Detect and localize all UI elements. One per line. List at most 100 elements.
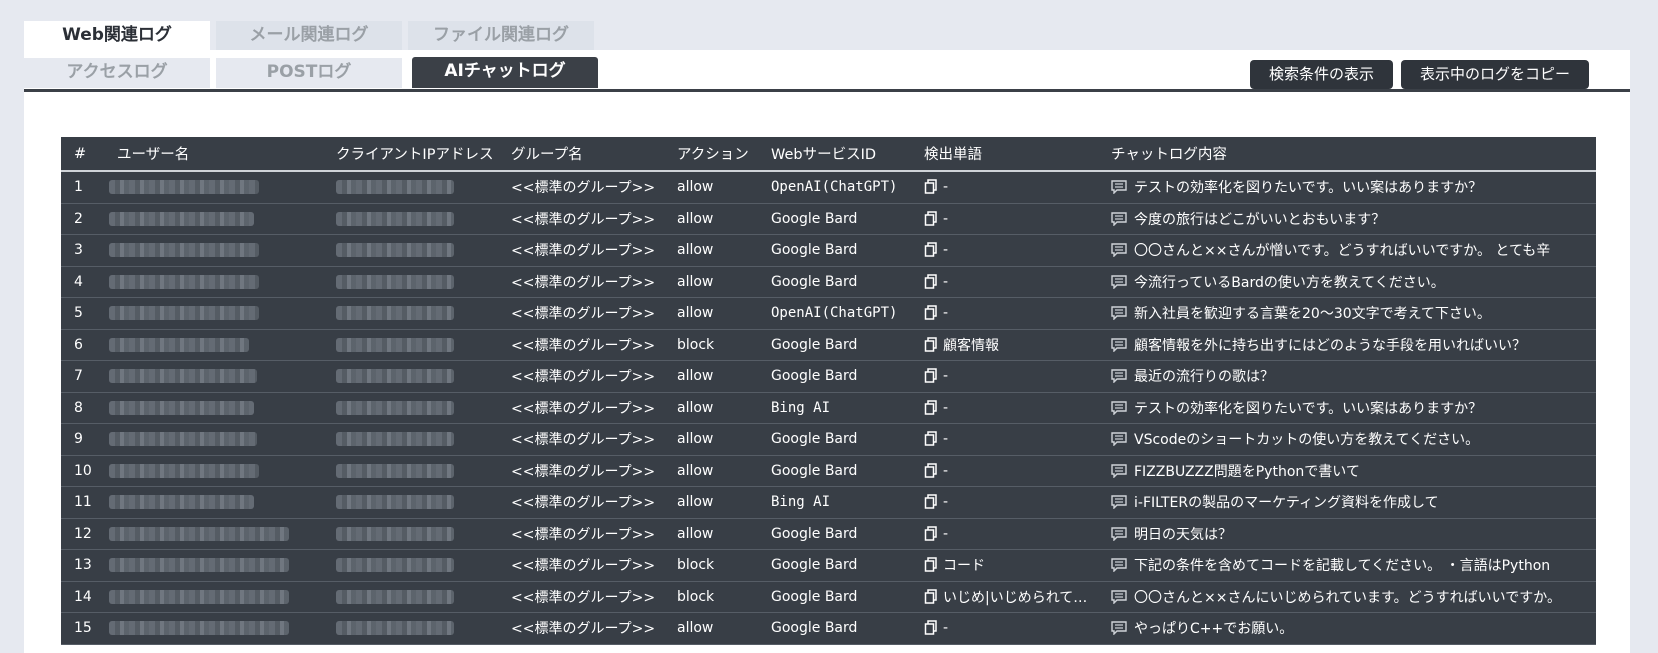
header-user[interactable]: ユーザー名 [117,137,189,170]
header-ip[interactable]: クライアントIPアドレス [336,137,493,170]
tab-ai-chat-log[interactable]: AIチャットログ [412,57,598,88]
cell-chat[interactable]: 今度の旅行はどこがいいとおもいます？ [1111,204,1596,235]
table-row[interactable]: 14 <<標準のグループ>> block Google Bard いじめ|いじめられて…… [61,582,1596,613]
copy-icon[interactable] [924,494,938,510]
chat-bubble-icon[interactable] [1111,401,1127,416]
cell-word[interactable]: - [924,613,1104,644]
copy-icon[interactable] [924,526,938,542]
table-row[interactable]: 9 <<標準のグループ>> allow Google Bard - VScodeのショート… [61,424,1596,456]
copy-icon[interactable] [924,431,938,447]
chat-bubble-icon[interactable] [1111,590,1127,605]
cell-user-redacted [109,613,289,644]
chat-bubble-icon[interactable] [1111,338,1127,353]
cell-word[interactable]: コード [924,550,1104,581]
cell-chat[interactable]: 下記の条件を含めてコードを記載してください。 ・言語はPython [1111,550,1596,581]
table-row[interactable]: 4 <<標準のグループ>> allow Google Bard - 今流行っているBard… [61,267,1596,298]
copy-icon[interactable] [924,179,938,195]
cell-user-redacted [109,235,259,266]
table-row[interactable]: 10 <<標準のグループ>> allow Google Bard - FIZZBUZZZ問… [61,456,1596,487]
detected-word: - [943,242,949,259]
cell-chat[interactable]: テストの効率化を図りたいです。いい案はありますか？ [1111,172,1596,203]
cell-chat[interactable]: 今流行っているBardの使い方を教えてください。 [1111,267,1596,298]
cell-chat[interactable]: 最近の流行りの歌は？ [1111,361,1596,392]
copy-icon[interactable] [924,274,938,290]
cell-word[interactable]: - [924,393,1104,424]
cell-chat[interactable]: VScodeのショートカットの使い方を教えてください。 [1111,424,1596,455]
chat-bubble-icon[interactable] [1111,432,1127,447]
header-chat[interactable]: チャットログ内容 [1111,137,1227,170]
copy-icon[interactable] [924,557,938,573]
cell-chat[interactable]: 〇〇さんと××さんにいじめられています。どうすればいいですか。 [1111,582,1596,613]
cell-word[interactable]: - [924,519,1104,550]
header-service[interactable]: WebサービスID [771,137,876,170]
chat-bubble-icon[interactable] [1111,180,1127,195]
tab-access-log[interactable]: アクセスログ [24,58,210,88]
cell-word[interactable]: 顧客情報 [924,330,1104,361]
cell-num: 1 [74,179,83,196]
copy-icon[interactable] [924,620,938,636]
cell-chat[interactable]: FIZZBUZZZ問題をPythonで書いて [1111,456,1596,487]
tab-file-log[interactable]: ファイル関連ログ [408,21,594,50]
tab-mail-log[interactable]: メール関連ログ [216,21,402,50]
table-row[interactable]: 7 <<標準のグループ>> allow Google Bard - 最近の流行りの歌は？ [61,361,1596,393]
cell-word[interactable]: - [924,235,1104,266]
header-num[interactable]: # [74,137,86,170]
copy-icon[interactable] [924,211,938,227]
cell-chat[interactable]: テストの効率化を図りたいです。いい案はありますか？ [1111,393,1596,424]
chat-bubble-icon[interactable] [1111,306,1127,321]
table-row[interactable]: 5 <<標準のグループ>> allow OpenAI(ChatGPT) - 新入社員を歓迎… [61,298,1596,330]
cell-ip-redacted [336,298,454,329]
cell-chat[interactable]: i-FILTERの製品のマーケティング資料を作成して [1111,487,1596,518]
copy-icon[interactable] [924,337,938,353]
chat-content: 〇〇さんと××さんが憎いです。どうすればいいですか。 とても辛 [1134,243,1551,260]
cell-chat[interactable]: 新入社員を歓迎する言葉を20～30文字で考えて下さい。 [1111,298,1596,329]
table-row[interactable]: 12 <<標準のグループ>> allow Google Bard - 明日の天気は？ [61,519,1596,550]
copy-icon[interactable] [924,242,938,258]
copy-icon[interactable] [924,368,938,384]
cell-group: <<標準のグループ>> [511,180,656,197]
cell-word[interactable]: - [924,456,1104,487]
header-action[interactable]: アクション [677,137,749,170]
cell-chat[interactable]: 顧客情報を外に持ち出すにはどのような手段を用いればいい？ [1111,330,1596,361]
cell-word[interactable]: いじめ|いじめられて… [924,582,1104,613]
copy-icon[interactable] [924,305,938,321]
chat-bubble-icon[interactable] [1111,495,1127,510]
chat-bubble-icon[interactable] [1111,464,1127,479]
chat-bubble-icon[interactable] [1111,212,1127,227]
tab-post-log[interactable]: POSTログ [216,58,402,88]
table-row[interactable]: 1 <<標準のグループ>> allow OpenAI(ChatGPT) - テストの効率化… [61,172,1596,204]
header-word[interactable]: 検出単語 [924,137,982,170]
copy-icon[interactable] [924,400,938,416]
copy-icon[interactable] [924,589,938,605]
cell-chat[interactable]: やっぱりC++でお願い。 [1111,613,1596,644]
cell-action: block [677,336,715,353]
copy-icon[interactable] [924,463,938,479]
table-row[interactable]: 11 <<標準のグループ>> allow Bing AI - i-FILTERの製品のマー… [61,487,1596,519]
chat-bubble-icon[interactable] [1111,621,1127,636]
chat-bubble-icon[interactable] [1111,243,1127,258]
copy-log-button[interactable]: 表示中のログをコピー [1401,60,1589,89]
cell-chat[interactable]: 明日の天気は？ [1111,519,1596,550]
cell-word[interactable]: - [924,361,1104,392]
table-row[interactable]: 8 <<標準のグループ>> allow Bing AI - テストの効率化を図りたいです。… [61,393,1596,424]
table-row[interactable]: 6 <<標準のグループ>> block Google Bard 顧客情報 顧客情報を外に持… [61,330,1596,361]
cell-word[interactable]: - [924,424,1104,455]
table-row[interactable]: 15 <<標準のグループ>> allow Google Bard - やっぱりC++でお願… [61,613,1596,645]
table-row[interactable]: 13 <<標準のグループ>> block Google Bard コード 下記の条件を含め… [61,550,1596,582]
show-conditions-button[interactable]: 検索条件の表示 [1250,60,1393,89]
cell-word[interactable]: - [924,298,1104,329]
tab-web-log[interactable]: Web関連ログ [24,21,210,50]
header-group[interactable]: グループ名 [511,137,583,170]
chat-bubble-icon[interactable] [1111,369,1127,384]
cell-word[interactable]: - [924,487,1104,518]
cell-word[interactable]: - [924,172,1104,203]
chat-bubble-icon[interactable] [1111,558,1127,573]
chat-bubble-icon[interactable] [1111,527,1127,542]
cell-num: 13 [74,557,92,574]
cell-word[interactable]: - [924,204,1104,235]
cell-word[interactable]: - [924,267,1104,298]
cell-chat[interactable]: 〇〇さんと××さんが憎いです。どうすればいいですか。 とても辛 [1111,235,1596,266]
table-row[interactable]: 3 <<標準のグループ>> allow Google Bard - 〇〇さんと××さんが憎… [61,235,1596,267]
chat-bubble-icon[interactable] [1111,275,1127,290]
table-row[interactable]: 2 <<標準のグループ>> allow Google Bard - 今度の旅行はどこがいい… [61,204,1596,235]
